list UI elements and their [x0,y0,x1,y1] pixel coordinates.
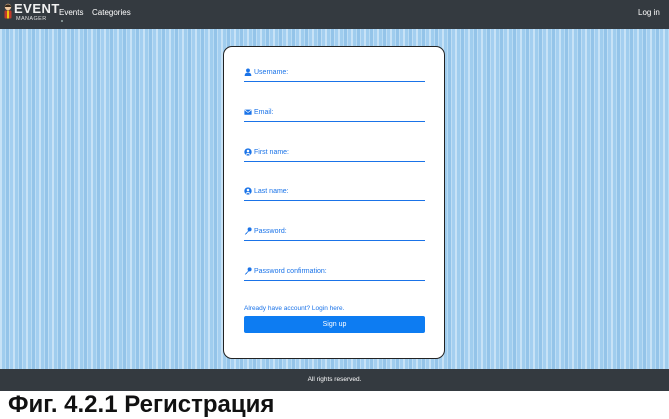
logo-subtitle: MANAGER [16,16,47,22]
user-icon [244,68,252,76]
footer-text: All rights reserved. [307,376,362,383]
mascot-icon [4,3,12,19]
envelope-icon [244,109,252,115]
footer: All rights reserved. [0,369,669,391]
password-underline [244,240,425,241]
user-circle-icon [244,148,252,156]
password-label: Password: [254,227,287,235]
last-name-label: Last name: [254,187,289,195]
password-field[interactable]: Password: [244,227,425,247]
login-here-link[interactable]: Already have account? Login here. [244,305,344,312]
first-name-underline [244,161,425,162]
last-name-field[interactable]: Last name: [244,187,425,207]
password-confirmation-label: Password confirmation: [254,267,327,275]
first-name-field[interactable]: First name: [244,148,425,168]
username-underline [244,81,425,82]
email-field[interactable]: Email: [244,108,425,128]
figure-caption: Фиг. 4.2.1 Регистрация [8,391,275,418]
email-underline [244,121,425,122]
nav-events-link[interactable]: Events [59,8,83,17]
email-label: Email: [254,108,274,116]
username-field[interactable]: Username: [244,68,425,88]
nav-login-link[interactable]: Log in [638,8,660,17]
user-circle-icon [244,187,252,195]
last-name-underline [244,200,425,201]
key-icon [244,267,252,275]
nav-categories-link[interactable]: Categories [92,8,131,17]
password-confirmation-field[interactable]: Password confirmation: [244,267,425,287]
navbar: EVENT MANAGER Events Categories Log in [0,0,669,29]
password-confirmation-underline [244,280,425,281]
event-manager-logo[interactable]: EVENT MANAGER [3,2,59,26]
logo-title: EVENT [14,1,60,16]
first-name-label: First name: [254,148,290,156]
nav-dropdown-indicator [61,20,63,22]
sign-up-button[interactable]: Sign up [244,316,425,333]
key-icon [244,227,252,235]
username-label: Username: [254,68,289,76]
